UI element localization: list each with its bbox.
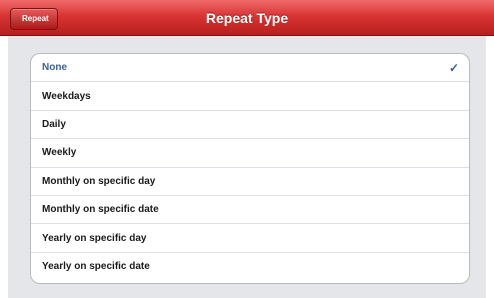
window: Repeat Repeat Type None ✓ Weekdays Daily… [0,0,494,298]
list-item-label: None [42,62,67,74]
list-item-label: Yearly on specific day [42,232,147,244]
list-item-monthly-specific-date[interactable]: Monthly on specific date [31,196,469,225]
list-item-weekly[interactable]: Weekly [31,139,469,168]
list-item-label: Daily [42,118,66,130]
list-item-monthly-specific-day[interactable]: Monthly on specific day [31,168,469,196]
list-item-label: Weekdays [42,90,91,102]
list-item-weekdays[interactable]: Weekdays [31,82,469,111]
list-item-daily[interactable]: Daily [31,111,469,140]
list-item-label: Yearly on specific date [42,261,150,273]
page-title: Repeat Type [205,10,289,26]
list-item-yearly-specific-date[interactable]: Yearly on specific date [31,253,469,281]
list-item-yearly-specific-day[interactable]: Yearly on specific day [31,224,469,253]
list-item-none[interactable]: None ✓ [31,54,469,83]
list-item-label: Monthly on specific date [42,204,159,216]
checkmark-icon: ✓ [448,60,459,75]
content-area: None ✓ Weekdays Daily Weekly Monthly on … [8,36,486,298]
navigation-bar: Repeat Repeat Type [0,0,494,36]
list-item-label: Weekly [42,147,77,159]
repeat-type-list: None ✓ Weekdays Daily Weekly Monthly on … [30,53,470,284]
list-item-label: Monthly on specific day [42,175,156,187]
